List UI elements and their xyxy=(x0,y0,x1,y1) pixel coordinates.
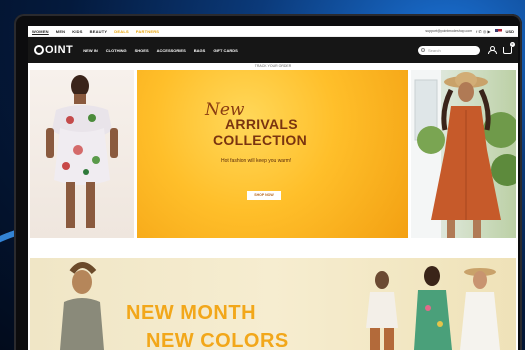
laptop-frame: WOMEN MEN KIDS BEAUTY DEALS PARTNERS sup… xyxy=(14,14,522,350)
logo-text: OINT xyxy=(45,44,74,56)
nav-item-new-in[interactable]: NEW IN xyxy=(83,48,97,53)
nav-item-accessories[interactable]: ACCESSORIES xyxy=(157,48,186,53)
shop-now-button[interactable]: SHOP NOW xyxy=(247,191,281,200)
model-orange-dress-illustration xyxy=(411,70,516,238)
category-partners[interactable]: PARTNERS xyxy=(136,29,159,34)
hero-left-model-image[interactable] xyxy=(30,70,134,238)
hero-section: New ARRIVALS COLLECTION Hot fashion will… xyxy=(30,70,516,238)
website-screen: WOMEN MEN KIDS BEAUTY DEALS PARTNERS sup… xyxy=(28,26,518,350)
promo-title-line2: NEW COLORS xyxy=(146,330,289,350)
category-men[interactable]: MEN xyxy=(56,29,66,34)
us-flag-icon xyxy=(494,28,502,34)
support-email[interactable]: support@pointmodeshop.com xyxy=(425,29,472,33)
user-icon[interactable] xyxy=(488,46,497,54)
category-deals[interactable]: DEALS xyxy=(114,29,129,34)
nav-item-bags[interactable]: BAGS xyxy=(194,48,206,53)
promo-banner[interactable]: NEW MONTH NEW COLORS xyxy=(30,258,516,350)
category-women[interactable]: WOMEN xyxy=(32,29,49,34)
hero-title-line2: COLLECTION xyxy=(213,132,307,148)
logo-mark-icon xyxy=(34,45,44,55)
search-input[interactable]: Search xyxy=(418,45,480,55)
nav-item-shoes[interactable]: SHOES xyxy=(135,48,149,53)
track-order-link[interactable]: TRACK YOUR ORDER xyxy=(28,63,518,70)
main-navbar: OINT NEW IN CLOTHING SHOES ACCESSORIES B… xyxy=(28,37,518,63)
hero-title-line1: ARRIVALS xyxy=(225,116,298,132)
promo-title-line1: NEW MONTH xyxy=(126,302,257,324)
cart-icon[interactable]: 0 xyxy=(503,41,515,54)
category-beauty[interactable]: BEAUTY xyxy=(90,29,108,34)
site-logo[interactable]: OINT xyxy=(34,44,73,56)
social-icons[interactable]: f ✆ ◎ ▶ xyxy=(476,29,490,34)
currency-selector[interactable]: USD xyxy=(506,29,514,34)
nav-menu: NEW IN CLOTHING SHOES ACCESSORIES BAGS G… xyxy=(83,48,238,53)
nav-item-clothing[interactable]: CLOTHING xyxy=(106,48,127,53)
nav-item-gift-cards[interactable]: GIFT CARDS xyxy=(213,48,237,53)
hero-right-model-image[interactable] xyxy=(411,70,516,238)
hero-tagline: Hot fashion will keep you warm! xyxy=(221,158,292,164)
category-kids[interactable]: KIDS xyxy=(72,29,82,34)
search-placeholder: Search xyxy=(428,47,441,53)
topbar-right: support@pointmodeshop.com f ✆ ◎ ▶ USD xyxy=(425,28,514,34)
cart-count-badge: 0 xyxy=(510,41,515,47)
top-category-bar: WOMEN MEN KIDS BEAUTY DEALS PARTNERS sup… xyxy=(28,26,518,37)
nav-right: Search 0 xyxy=(418,41,515,55)
search-icon xyxy=(421,48,425,52)
hero-banner[interactable]: New ARRIVALS COLLECTION Hot fashion will… xyxy=(137,70,408,238)
model-floral-dress-illustration xyxy=(46,75,118,228)
